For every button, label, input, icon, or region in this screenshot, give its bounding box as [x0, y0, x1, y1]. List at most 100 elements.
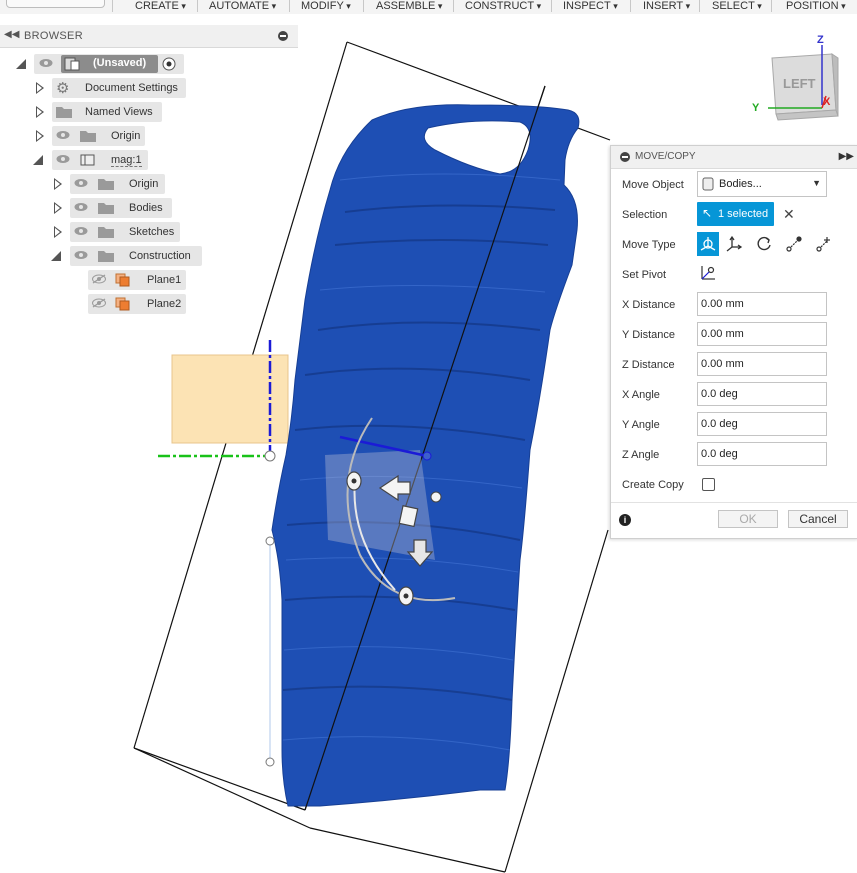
toolbar-separator	[197, 0, 198, 12]
menu-automate[interactable]: AUTOMATE	[209, 0, 276, 14]
expand-component-icon[interactable]	[33, 155, 43, 165]
origin-point[interactable]	[264, 450, 276, 462]
free-move-icon	[700, 237, 716, 251]
visibility-eye-icon[interactable]	[74, 202, 88, 212]
hidden-eye-icon[interactable]	[92, 298, 106, 308]
tree-item-construction[interactable]: Construction	[70, 246, 202, 266]
info-icon[interactable]: i	[619, 514, 631, 526]
folder-icon	[98, 179, 114, 190]
y-angle-input[interactable]: 0.0 deg	[697, 412, 827, 436]
create-copy-checkbox[interactable]	[702, 478, 715, 491]
visibility-eye-icon[interactable]	[74, 250, 88, 260]
x-angle-input[interactable]: 0.0 deg	[697, 382, 827, 406]
edge-endpoint-top[interactable]	[265, 536, 275, 546]
y-distance-value: 0.00 mm	[701, 328, 744, 340]
visibility-eye-icon[interactable]	[74, 178, 88, 188]
menu-insert[interactable]: INSERT	[643, 0, 690, 14]
collapse-panel-icon[interactable]: ◀◀	[4, 29, 19, 40]
x-distance-input[interactable]: 0.00 mm	[697, 292, 827, 316]
move-object-dropdown[interactable]: Bodies... ▼	[697, 171, 827, 197]
dialog-header[interactable]: MOVE/COPY ▶▶	[611, 146, 857, 169]
tree-item-plane1[interactable]: Plane1	[88, 270, 186, 290]
root-highlight: (Unsaved)	[61, 55, 158, 73]
y-angle-value: 0.0 deg	[701, 418, 738, 430]
menu-modify[interactable]: MODIFY	[301, 0, 351, 14]
expand-named-views-icon[interactable]	[36, 106, 44, 118]
document-icon	[64, 57, 80, 71]
ok-button[interactable]: OK	[718, 510, 778, 528]
dialog-divider	[611, 502, 857, 503]
menu-inspect[interactable]: INSPECT	[563, 0, 618, 14]
visibility-eye-icon[interactable]	[74, 226, 88, 236]
folder-icon	[56, 107, 72, 118]
minimize-dialog-icon[interactable]	[620, 152, 630, 162]
visibility-eye-icon[interactable]	[56, 130, 70, 140]
selection-button[interactable]: ↖ 1 selected	[697, 202, 774, 226]
y-distance-label: Y Distance	[622, 329, 675, 341]
menu-construct[interactable]: CONSTRUCT	[465, 0, 541, 14]
tree-item-document-settings[interactable]: ⚙ Document Settings	[52, 78, 186, 98]
hidden-eye-icon[interactable]	[92, 274, 106, 284]
menu-create[interactable]: CREATE	[135, 0, 186, 14]
z-angle-input[interactable]: 0.0 deg	[697, 442, 827, 466]
toolbar-separator	[112, 0, 113, 12]
z-distance-input[interactable]: 0.00 mm	[697, 352, 827, 376]
visibility-eye-icon[interactable]	[39, 58, 53, 68]
plane-icon	[115, 273, 130, 287]
folder-icon	[80, 131, 96, 142]
activate-radio-icon[interactable]	[162, 57, 176, 71]
tree-item-plane2[interactable]: Plane2	[88, 294, 186, 314]
body-icon	[702, 177, 714, 191]
move-type-label: Move Type	[622, 239, 676, 251]
tree-item-named-views[interactable]: Named Views	[52, 102, 162, 122]
x-distance-value: 0.00 mm	[701, 298, 744, 310]
z-distance-value: 0.00 mm	[701, 358, 744, 370]
toolbar-workspace-box[interactable]	[6, 0, 105, 8]
toolbar-separator	[289, 0, 290, 12]
tree-item-comp-origin[interactable]: Origin	[70, 174, 165, 194]
move-type-free-button[interactable]	[697, 232, 719, 256]
tree-item-component[interactable]: mag:1	[52, 150, 148, 170]
menu-select[interactable]: SELECT	[712, 0, 762, 14]
tree-item-sketches[interactable]: Sketches	[70, 222, 180, 242]
component-icon	[80, 154, 95, 166]
set-pivot-icon[interactable]	[699, 264, 717, 282]
tree-root[interactable]: (Unsaved)	[34, 54, 184, 74]
tree-item-bodies[interactable]: Bodies	[70, 198, 172, 218]
chevron-down-icon: ▼	[812, 178, 821, 188]
toolbar-separator	[630, 0, 631, 12]
edge-endpoint-bottom[interactable]	[265, 757, 275, 767]
expand-root-icon[interactable]	[16, 59, 26, 69]
browser-header: ◀◀ BROWSER	[0, 25, 298, 48]
expand-comp-origin-icon[interactable]	[54, 178, 62, 190]
plane-icon	[115, 297, 130, 311]
expand-bodies-icon[interactable]	[54, 202, 62, 214]
visibility-eye-icon[interactable]	[56, 154, 70, 164]
point-to-position-icon[interactable]	[815, 235, 833, 253]
z-distance-label: Z Distance	[622, 359, 675, 371]
toolbar-separator	[363, 0, 364, 12]
rotate-icon[interactable]	[755, 235, 773, 253]
folder-icon	[98, 227, 114, 238]
expand-document-settings-icon[interactable]	[36, 82, 44, 94]
menu-assemble[interactable]: ASSEMBLE	[376, 0, 442, 14]
clear-selection-icon[interactable]: ✕	[783, 206, 795, 223]
point-to-point-icon[interactable]	[785, 235, 803, 253]
tree-item-label: Named Views	[85, 106, 153, 118]
cancel-button[interactable]: Cancel	[788, 510, 848, 528]
expand-origin-icon[interactable]	[36, 130, 44, 142]
viewcube-face-label[interactable]: LEFT	[783, 76, 816, 91]
y-distance-input[interactable]: 0.00 mm	[697, 322, 827, 346]
top-toolbar: CREATE AUTOMATE MODIFY ASSEMBLE CONSTRUC…	[0, 0, 857, 14]
expand-construction-icon[interactable]	[51, 251, 61, 261]
move-object-label: Move Object	[622, 179, 684, 191]
tree-item-origin[interactable]: Origin	[52, 126, 145, 146]
translate-icon[interactable]	[725, 235, 743, 253]
viewcube-z-label: Z	[817, 34, 824, 46]
expand-sketches-icon[interactable]	[54, 226, 62, 238]
expand-dialog-icon[interactable]: ▶▶	[839, 151, 854, 162]
menu-position[interactable]: POSITION	[786, 0, 846, 14]
selection-count: 1 selected	[718, 208, 769, 220]
minimize-panel-icon[interactable]	[278, 31, 288, 41]
folder-icon	[98, 251, 114, 262]
